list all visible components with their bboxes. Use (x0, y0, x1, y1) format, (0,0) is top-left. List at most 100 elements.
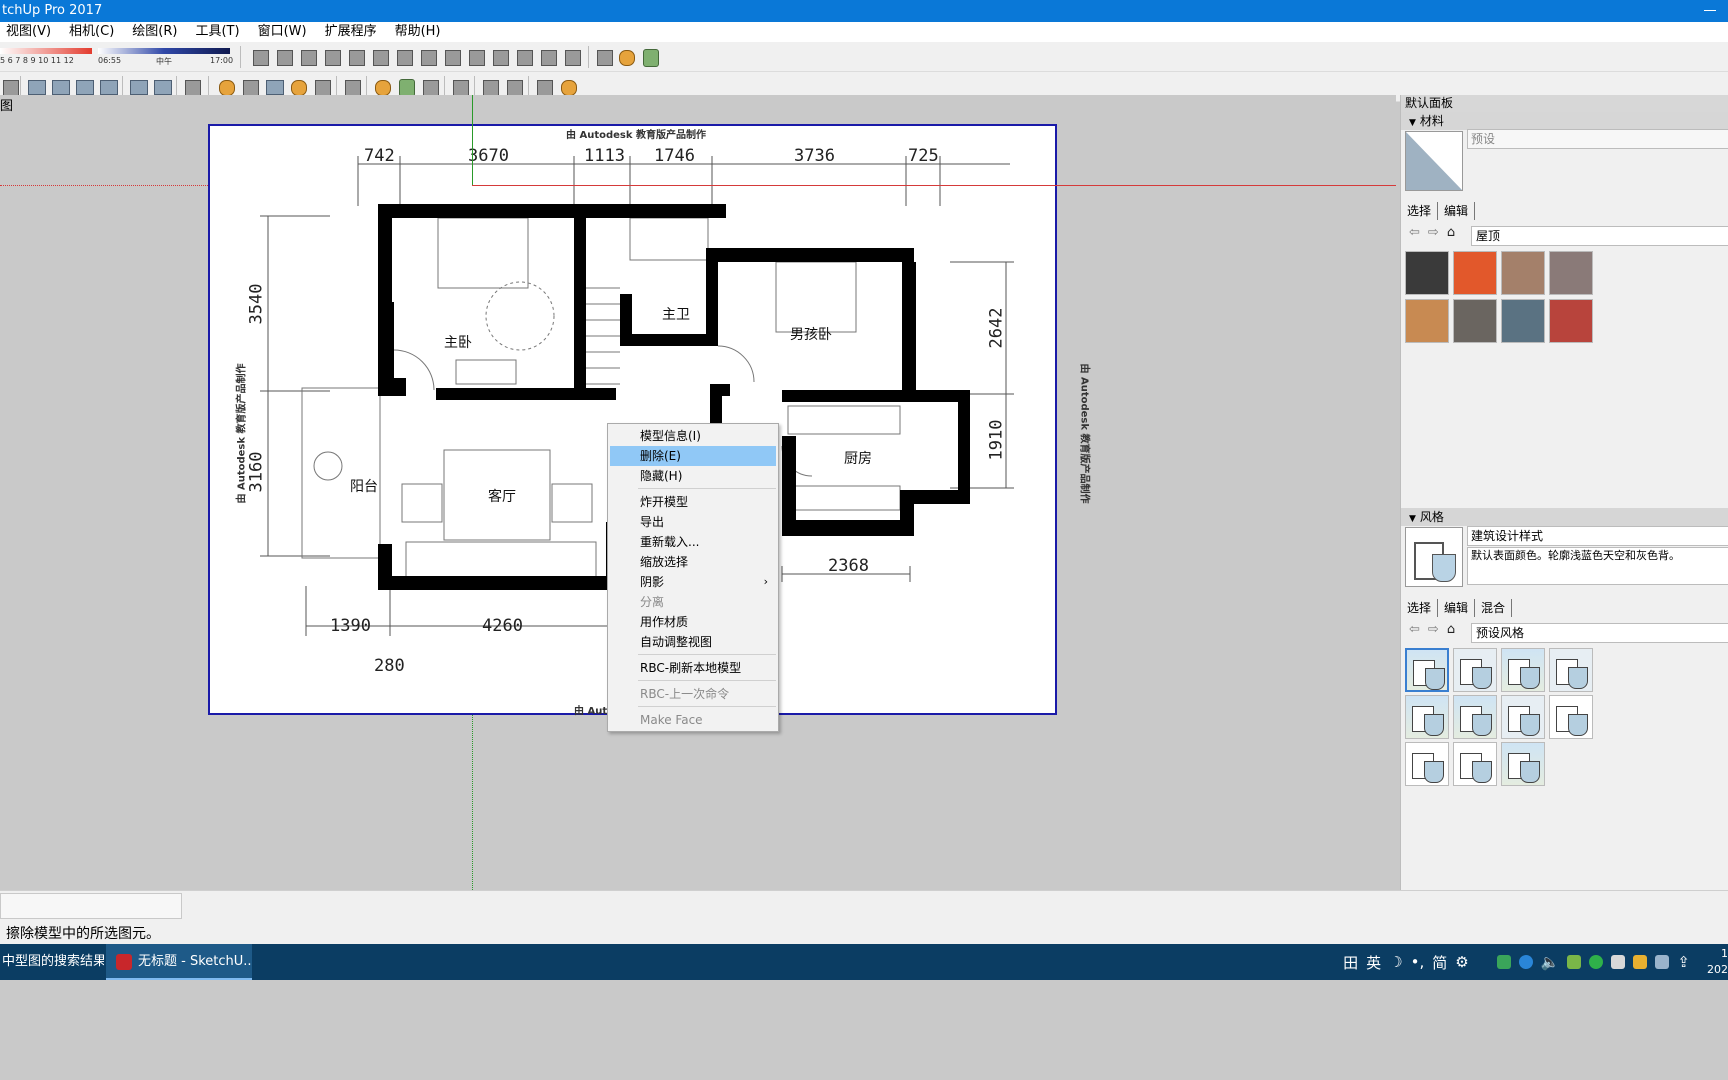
style-thumbnail[interactable] (1501, 742, 1545, 786)
ime-grid-icon[interactable]: 田 (1343, 952, 1358, 973)
styles-tab-mix[interactable]: 混合 (1475, 599, 1513, 617)
taskbar-item-search[interactable]: 中型图的搜索结果_... (0, 944, 104, 980)
layout-4-icon[interactable] (98, 77, 118, 97)
menu-item-export[interactable]: 导出 (610, 512, 776, 532)
menu-window[interactable]: 窗口(W) (249, 22, 316, 42)
material-swatch[interactable] (1453, 251, 1497, 295)
scene-tab[interactable]: 图 (0, 95, 13, 114)
style-thumbnail[interactable] (1453, 695, 1497, 739)
material-swatch[interactable] (1405, 299, 1449, 343)
style-category-select[interactable]: 预设风格 (1471, 623, 1728, 643)
style-thumbnail[interactable] (1501, 648, 1545, 692)
person-icon[interactable] (616, 47, 636, 67)
tray-app-2-icon[interactable] (1655, 955, 1670, 969)
door-tool-icon[interactable] (346, 47, 366, 67)
material-swatch[interactable] (1501, 299, 1545, 343)
measurements-box[interactable] (0, 893, 182, 919)
menu-draw[interactable]: 绘图(R) (123, 22, 186, 42)
taskbar-item-sketchup[interactable]: 无标题 - SketchU... (106, 944, 252, 980)
photo-texture-icon[interactable] (288, 77, 308, 97)
slab-tool-icon[interactable] (490, 47, 510, 67)
layout-icon[interactable] (26, 77, 46, 97)
menu-item-auto-view[interactable]: 自动调整视图 (610, 632, 776, 652)
chat-icon[interactable] (534, 77, 554, 97)
layout-3-icon[interactable] (74, 77, 94, 97)
menu-item-reload[interactable]: 重新载入... (610, 532, 776, 552)
ime-settings-icon[interactable]: ⚙ (1455, 953, 1468, 971)
column-tool-icon[interactable] (538, 47, 558, 67)
measure-tool-icon[interactable] (562, 47, 582, 67)
network-icon[interactable] (1518, 955, 1533, 969)
system-clock[interactable]: 1 202 (1700, 946, 1728, 978)
window-tool-icon[interactable] (370, 47, 390, 67)
wall-tool-3-icon[interactable] (322, 47, 342, 67)
menu-help[interactable]: 帮助(H) (386, 22, 450, 42)
menu-item-hide[interactable]: 隐藏(H) (610, 466, 776, 486)
sound-icon[interactable] (450, 77, 470, 97)
styles-header[interactable]: ▼ 风格 (1401, 508, 1728, 526)
railing-tool-icon[interactable] (442, 47, 462, 67)
recycle-icon[interactable] (640, 47, 660, 67)
shadow-time-slider[interactable] (98, 48, 230, 54)
wall-tool-2-icon[interactable] (298, 47, 318, 67)
volume-icon[interactable]: 🔈 (1541, 953, 1560, 971)
settings-2-icon[interactable] (504, 77, 524, 97)
style-thumbnail[interactable] (1549, 695, 1593, 739)
camera-icon[interactable] (312, 77, 332, 97)
extension-warehouse-icon[interactable] (396, 77, 416, 97)
style-thumbnail[interactable] (1405, 648, 1449, 692)
menu-tools[interactable]: 工具(T) (186, 22, 248, 42)
forward-arrow-icon[interactable]: ⇨ (1428, 622, 1439, 637)
moon-icon[interactable]: ☽ (1389, 953, 1402, 971)
style-thumbnail[interactable] (1405, 742, 1449, 786)
component-icon[interactable] (420, 77, 440, 97)
share-model-icon[interactable] (372, 77, 392, 97)
info-icon[interactable] (558, 77, 578, 97)
wifi-icon[interactable]: ⇪ (1677, 953, 1690, 971)
shield-icon[interactable] (594, 47, 614, 67)
style-thumbnail[interactable] (1405, 695, 1449, 739)
ime-simplified-toggle[interactable]: 简 (1432, 952, 1447, 973)
menu-extensions[interactable]: 扩展程序 (316, 22, 386, 42)
globe-icon[interactable] (182, 77, 202, 97)
material-category-select[interactable]: 屋顶 (1471, 226, 1728, 246)
ime-language-toggle[interactable]: 英 (1366, 952, 1381, 973)
wall-tool-icon[interactable] (274, 47, 294, 67)
section-plane-icon[interactable] (250, 47, 270, 67)
style-thumbnail[interactable] (1453, 742, 1497, 786)
beam-tool-icon[interactable] (514, 47, 534, 67)
stair-tool-icon[interactable] (418, 47, 438, 67)
warehouse-icon[interactable] (342, 77, 362, 97)
minimize-button[interactable] (1700, 0, 1720, 22)
style-thumbnail[interactable] (1549, 648, 1593, 692)
punctuation-icon[interactable]: •, (1411, 953, 1425, 971)
back-arrow-icon[interactable]: ⇦ (1409, 622, 1420, 637)
menu-view[interactable]: 视图(V) (0, 22, 60, 42)
menu-item-explode[interactable]: 炸开模型 (610, 492, 776, 512)
menu-item-rbc-refresh[interactable]: RBC-刷新本地模型 (610, 658, 776, 678)
materials-tab-edit[interactable]: 编辑 (1438, 202, 1476, 220)
style-name-field[interactable]: 建筑设计样式 (1467, 526, 1728, 546)
shadow-month-slider[interactable] (0, 48, 92, 54)
current-material-swatch[interactable] (1405, 131, 1463, 191)
print-icon[interactable] (128, 77, 148, 97)
menu-item-zoom-selection[interactable]: 缩放选择 (610, 552, 776, 572)
materials-header[interactable]: ▼ 材料 (1401, 112, 1728, 130)
menu-item-model-info[interactable]: 模型信息(I) (610, 426, 776, 446)
tray-app-icon[interactable] (1611, 955, 1626, 969)
styles-tab-select[interactable]: 选择 (1401, 599, 1439, 617)
layout-2-icon[interactable] (50, 77, 70, 97)
materials-tab-select[interactable]: 选择 (1401, 202, 1439, 220)
material-swatch[interactable] (1549, 251, 1593, 295)
menu-item-shadows[interactable]: 阴影 › (610, 572, 776, 592)
roof-tool-icon[interactable] (466, 47, 486, 67)
app-tray-icon[interactable] (1496, 955, 1511, 969)
material-swatch[interactable] (1549, 299, 1593, 343)
menu-item-delete[interactable]: 删除(E) (610, 446, 776, 466)
material-name-field[interactable]: 预设 (1467, 129, 1728, 149)
styles-tab-edit[interactable]: 编辑 (1438, 599, 1476, 617)
style-thumbnail[interactable] (1501, 695, 1545, 739)
forward-arrow-icon[interactable]: ⇨ (1428, 225, 1439, 240)
menu-camera[interactable]: 相机(C) (60, 22, 123, 42)
style-thumbnail[interactable] (1453, 648, 1497, 692)
